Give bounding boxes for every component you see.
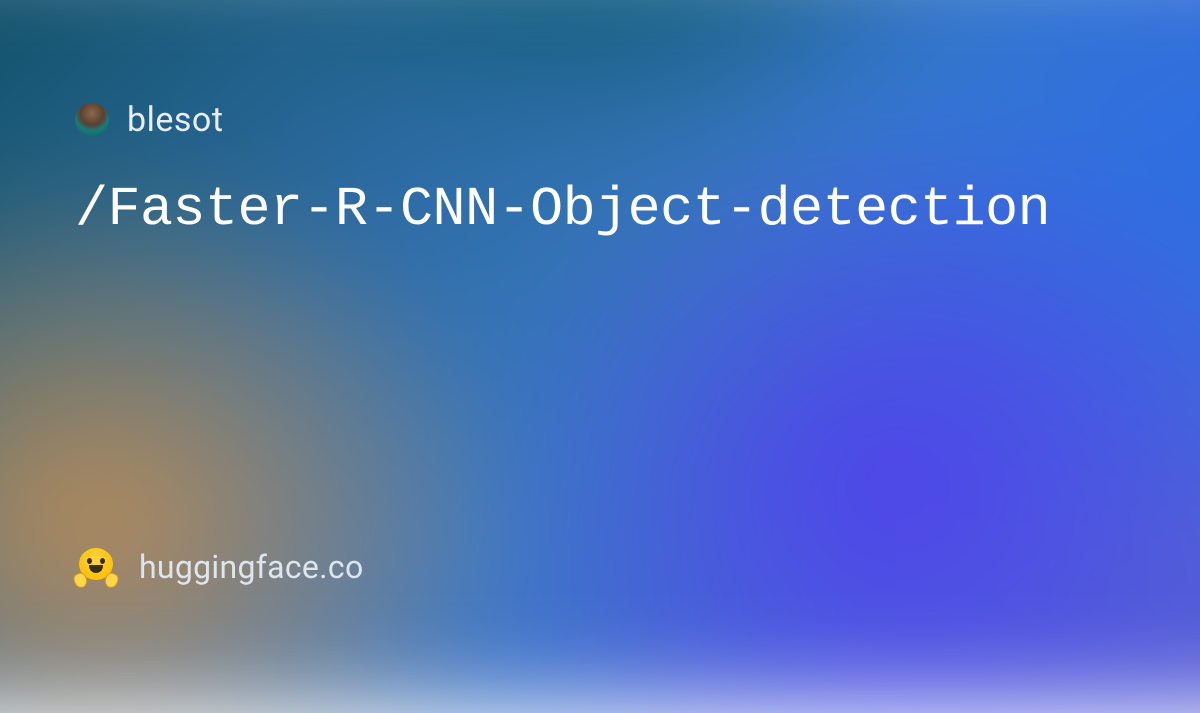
footer: huggingface.co xyxy=(75,546,1125,588)
repo-path: /Faster-R-CNN-Object-detection xyxy=(75,178,1125,241)
username: blesot xyxy=(127,100,223,140)
huggingface-logo-icon xyxy=(75,546,117,588)
site-name: huggingface.co xyxy=(139,548,364,586)
user-avatar xyxy=(75,103,109,137)
user-row: blesot xyxy=(75,100,1125,140)
card-content: blesot /Faster-R-CNN-Object-detection hu… xyxy=(0,0,1200,648)
